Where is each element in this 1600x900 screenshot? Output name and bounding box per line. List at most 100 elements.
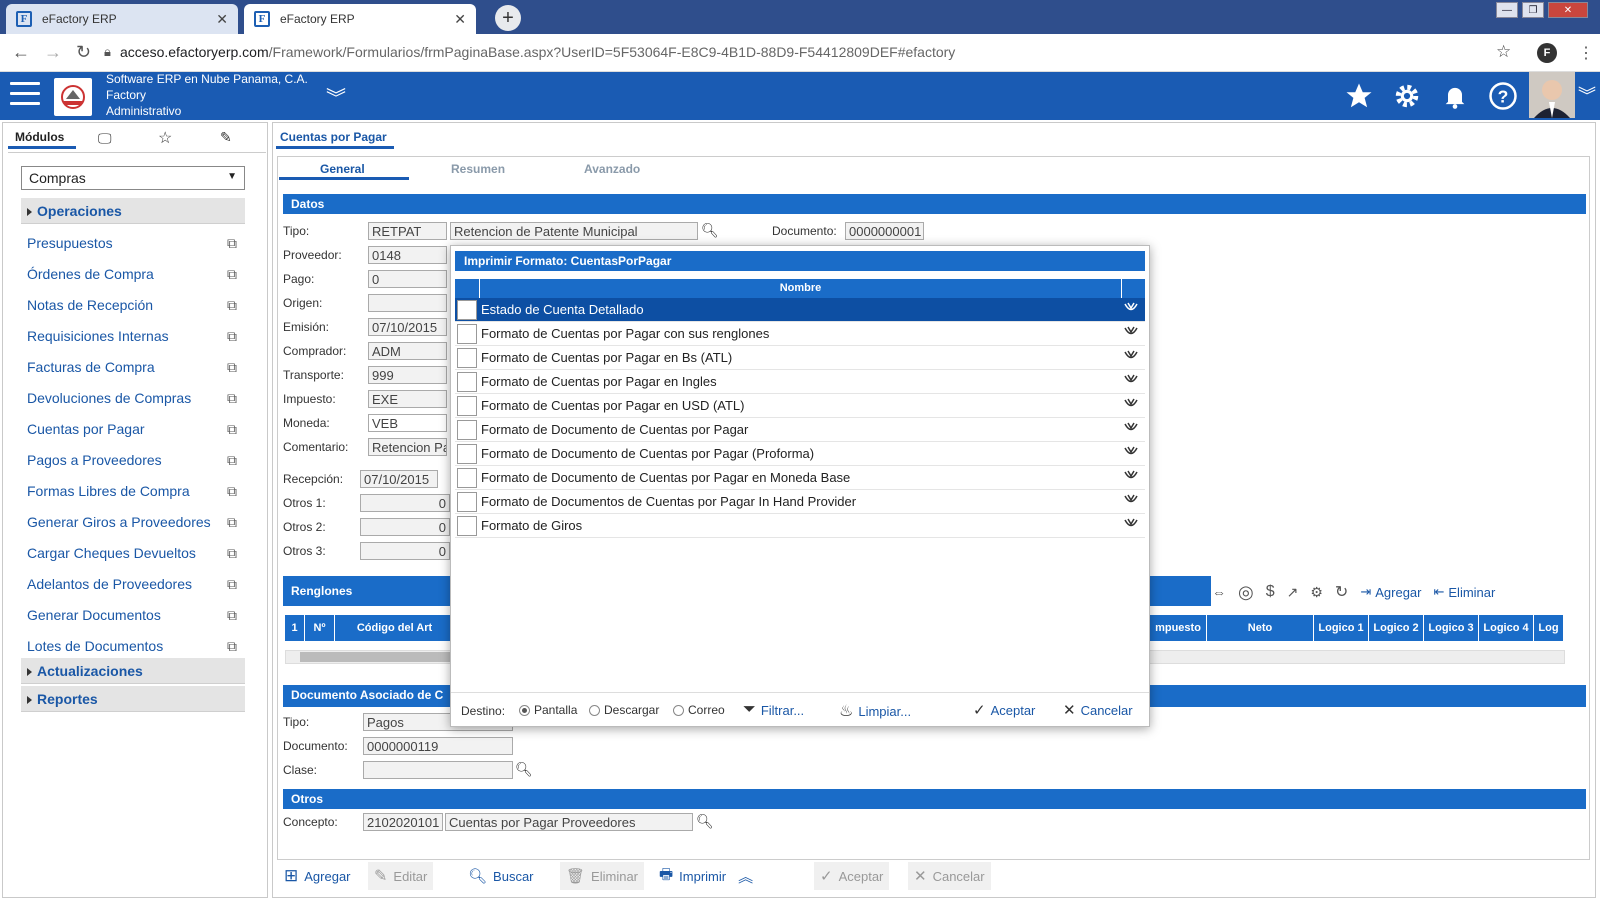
row-checkbox[interactable] (457, 300, 477, 320)
format-row[interactable]: Formato de Cuentas por Pagar en Bs (ATL) (455, 346, 1145, 370)
origen-field[interactable] (368, 294, 447, 312)
search-icon[interactable]: 🔍︎ (701, 222, 719, 239)
sidebar-item[interactable]: Formas Libres de Compra ⧉ (27, 483, 245, 499)
grid-delete-button[interactable]: ⇤ Eliminar (1433, 584, 1495, 600)
grid-header-log[interactable]: Log (1534, 615, 1564, 641)
external-link-icon[interactable]: ↗ (1287, 584, 1299, 601)
cancel-button[interactable]: ✕ Cancelar (908, 862, 991, 890)
documento2-field[interactable]: 0000000119 (363, 737, 513, 755)
section-operaciones[interactable]: Operaciones (21, 198, 245, 224)
tab-modules[interactable]: Módulos (15, 130, 64, 144)
tipo-code-field[interactable]: RETPAT (368, 222, 447, 240)
expand-columns-icon[interactable]: ⇔ (1212, 584, 1226, 600)
menu-icon[interactable] (10, 82, 40, 106)
user-circle-icon[interactable]: ◎ (1238, 582, 1254, 603)
row-checkbox[interactable] (457, 516, 477, 536)
tab-resumen[interactable]: Resumen (451, 162, 505, 176)
open-external-icon[interactable]: ⧉ (227, 545, 237, 562)
row-checkbox[interactable] (457, 372, 477, 392)
otros2-field[interactable]: 0 (360, 518, 450, 536)
otros3-field[interactable]: 0 (360, 542, 450, 560)
clase-field[interactable] (363, 761, 513, 779)
notifications-bell-icon[interactable] (1437, 78, 1473, 114)
otros1-field[interactable]: 0 (360, 494, 450, 512)
grid-header-logico1[interactable]: Logico 1 (1314, 615, 1369, 641)
open-external-icon[interactable]: ⧉ (227, 452, 237, 469)
row-checkbox[interactable] (457, 324, 477, 344)
browser-tab[interactable]: F eFactory ERP ✕ (6, 4, 238, 34)
new-tab-button[interactable]: + (495, 5, 521, 31)
browser-tab-active[interactable]: F eFactory ERP ✕ (244, 4, 476, 34)
emision-field[interactable]: 07/10/2015 (368, 318, 447, 336)
format-preview-icon[interactable] (1123, 469, 1139, 488)
dollar-icon[interactable]: $ (1266, 583, 1275, 601)
minimize-button[interactable]: — (1496, 2, 1518, 18)
module-select[interactable]: Compras ▼ (21, 166, 245, 190)
format-preview-icon[interactable] (1123, 325, 1139, 344)
grid-header-logico2[interactable]: Logico 2 (1369, 615, 1424, 641)
open-external-icon[interactable]: ⧉ (227, 607, 237, 624)
chevron-down-icon[interactable]: ︾ (1578, 82, 1596, 108)
scrollbar-thumb[interactable] (300, 652, 460, 662)
format-row[interactable]: Formato de Cuentas por Pagar con sus ren… (455, 322, 1145, 346)
browser-menu-icon[interactable]: ⋮ (1578, 43, 1594, 63)
tab-avanzado[interactable]: Avanzado (584, 162, 640, 176)
sidebar-item[interactable]: Generar Documentos ⧉ (27, 607, 245, 623)
open-external-icon[interactable]: ⧉ (227, 297, 237, 314)
grid-header-impuesto[interactable]: mpuesto (1150, 615, 1207, 641)
edit-icon[interactable]: ✎ (220, 129, 232, 146)
documento-field[interactable]: 0000000001 (845, 222, 924, 240)
bookmark-star-icon[interactable]: ☆ (1496, 42, 1511, 62)
puzzle-icon[interactable]: ⚙︎ (1310, 584, 1323, 601)
open-external-icon[interactable]: ⧉ (227, 638, 237, 655)
search-icon[interactable]: 🔍︎ (696, 813, 714, 830)
grid-header-logico3[interactable]: Logico 3 (1424, 615, 1479, 641)
refresh-icon[interactable]: ↻ (1335, 582, 1348, 602)
sidebar-item[interactable]: Cargar Cheques Devueltos ⧉ (27, 545, 245, 561)
sidebar-item[interactable]: Devoluciones de Compras ⧉ (27, 390, 245, 406)
radio-pantalla[interactable]: Pantalla (519, 703, 577, 717)
search-button[interactable]: 🔍︎ Buscar (462, 862, 540, 890)
open-external-icon[interactable]: ⧉ (227, 328, 237, 345)
tipo-desc-field[interactable]: Retencion de Patente Municipal (450, 222, 698, 240)
sidebar-item[interactable]: Cuentas por Pagar ⧉ (27, 421, 245, 437)
star-icon[interactable]: ☆ (158, 128, 172, 148)
format-row[interactable]: Formato de Documentos de Cuentas por Pag… (455, 490, 1145, 514)
format-preview-icon[interactable] (1123, 421, 1139, 440)
dialog-accept-button[interactable]: ✓ Aceptar (973, 701, 1035, 719)
row-checkbox[interactable] (457, 348, 477, 368)
column-header-nombre[interactable]: Nombre (479, 279, 1122, 298)
delete-button[interactable]: 🗑︎ Eliminar (560, 862, 645, 890)
radio-descargar[interactable]: Descargar (589, 703, 659, 717)
format-preview-icon[interactable] (1123, 493, 1139, 512)
recepcion-field[interactable]: 07/10/2015 (360, 470, 438, 488)
back-icon[interactable]: ← (12, 42, 30, 63)
favorites-star-icon[interactable] (1341, 78, 1377, 114)
format-row[interactable]: Formato de Cuentas por Pagar en USD (ATL… (455, 394, 1145, 418)
comentario-field[interactable]: Retencion Pa (368, 438, 447, 456)
format-row[interactable]: Formato de Giros (455, 514, 1145, 538)
radio-correo[interactable]: Correo (673, 703, 725, 717)
section-reportes[interactable]: Reportes (21, 686, 245, 712)
grid-header-logico4[interactable]: Logico 4 (1479, 615, 1534, 641)
grid-header-neto[interactable]: Neto (1207, 615, 1314, 641)
reload-icon[interactable]: ↻ (76, 42, 91, 63)
format-preview-icon[interactable] (1123, 397, 1139, 416)
row-checkbox[interactable] (457, 396, 477, 416)
format-row[interactable]: Formato de Cuentas por Pagar en Ingles (455, 370, 1145, 394)
tab-general[interactable]: General (320, 162, 365, 176)
chevron-double-down-icon[interactable]: ︾ (326, 82, 346, 111)
grid-add-button[interactable]: ⇥ Agregar (1360, 584, 1421, 600)
format-row[interactable]: Formato de Documento de Cuentas por Paga… (455, 442, 1145, 466)
sidebar-item[interactable]: Notas de Recepción ⧉ (27, 297, 245, 313)
sidebar-item[interactable]: Requisiciones Internas ⧉ (27, 328, 245, 344)
row-checkbox[interactable] (457, 420, 477, 440)
settings-gear-icon[interactable] (1389, 78, 1425, 114)
sidebar-item[interactable]: Presupuestos ⧉ (27, 235, 245, 251)
row-checkbox[interactable] (457, 444, 477, 464)
open-external-icon[interactable]: ⧉ (227, 359, 237, 376)
row-checkbox[interactable] (457, 468, 477, 488)
open-external-icon[interactable]: ⧉ (227, 390, 237, 407)
comprador-field[interactable]: ADM (368, 342, 447, 360)
pago-field[interactable]: 0 (368, 270, 447, 288)
